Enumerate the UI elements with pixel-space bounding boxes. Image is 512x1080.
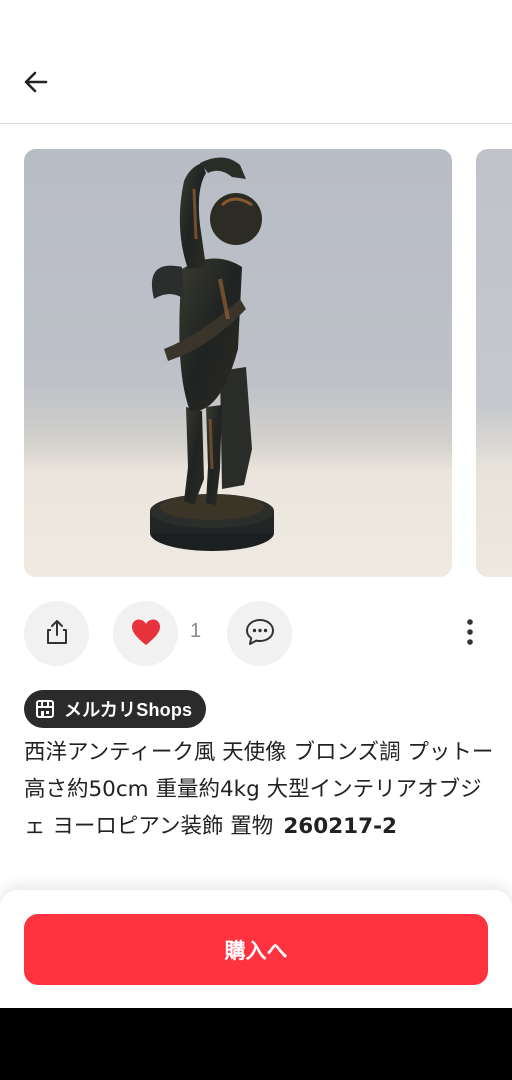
top-app-bar — [0, 0, 512, 124]
like-button[interactable] — [113, 601, 178, 666]
shop-icon — [34, 698, 56, 720]
product-screen: 1 メルカリShops 西洋アンティーク風 天使像 ブロンズ調 プットー 高さ約… — [0, 0, 512, 1080]
next-photo-preview[interactable] — [476, 149, 512, 577]
action-row: 1 — [0, 601, 512, 667]
system-navigation-bar — [0, 1008, 512, 1080]
arrow-left-icon — [22, 68, 50, 100]
photo-carousel[interactable] — [24, 149, 512, 577]
comment-icon — [244, 617, 276, 651]
like-count: 1 — [190, 620, 202, 642]
item-code: 260217-2 — [283, 814, 397, 839]
back-button[interactable] — [16, 64, 56, 104]
product-photo[interactable] — [24, 149, 452, 577]
badge-label: メルカリShops — [64, 700, 193, 720]
statue-illustration — [150, 157, 274, 551]
more-vertical-icon — [466, 618, 474, 650]
item-title: 西洋アンティーク風 天使像 ブロンズ調 プットー 高さ約50cm 重量約4kg … — [24, 734, 494, 845]
more-options-button[interactable] — [456, 615, 484, 653]
item-title-text: 西洋アンティーク風 天使像 ブロンズ調 プットー 高さ約50cm 重量約4kg … — [24, 740, 494, 839]
heart-icon — [130, 617, 162, 651]
buy-button[interactable]: 購入へ — [24, 914, 488, 985]
share-button[interactable] — [24, 601, 89, 666]
purchase-bar: 購入へ — [0, 890, 512, 1008]
share-icon — [43, 618, 71, 650]
mercari-shops-badge[interactable]: メルカリShops — [24, 690, 207, 728]
comment-button[interactable] — [227, 601, 292, 666]
